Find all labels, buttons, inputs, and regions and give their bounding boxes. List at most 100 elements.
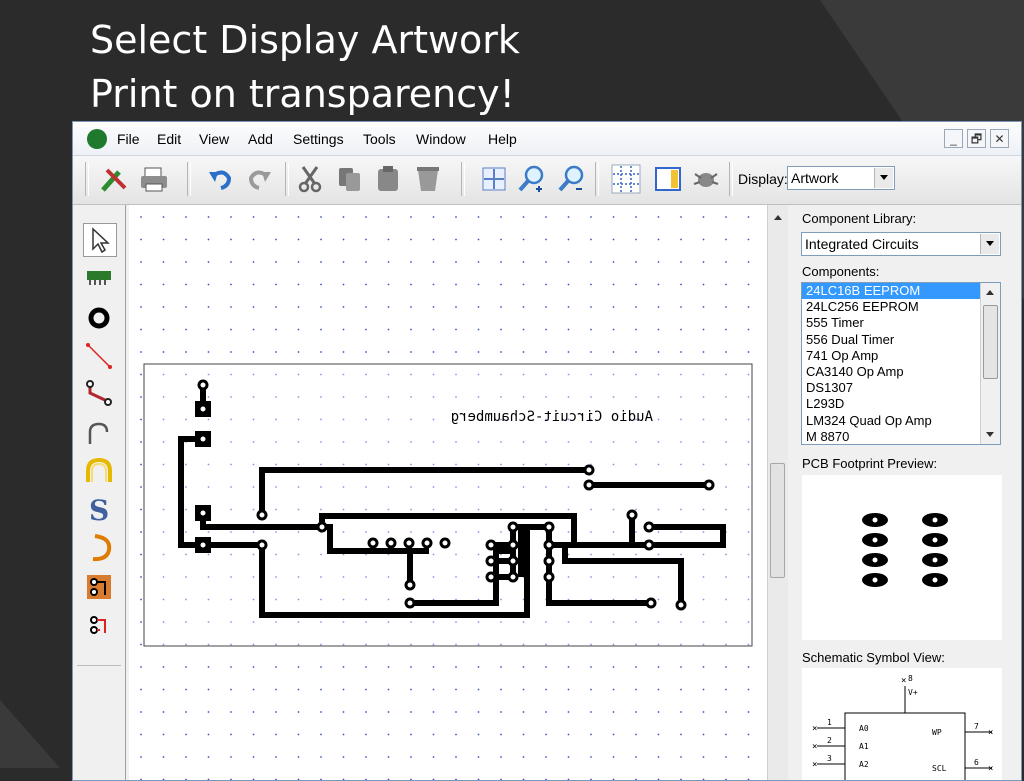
menu-window[interactable]: Window [416, 131, 466, 147]
semicircle-icon[interactable] [83, 532, 115, 564]
paste-icon[interactable] [373, 164, 403, 194]
menu-view[interactable]: View [199, 131, 229, 147]
pcb-pad [507, 539, 519, 551]
trace-icon[interactable] [83, 377, 115, 409]
wire-icon[interactable] [83, 340, 115, 372]
components-scroll-thumb[interactable] [983, 305, 998, 379]
component-item[interactable]: 24LC16B EEPROM [802, 283, 1000, 300]
new-wand-icon[interactable] [99, 164, 129, 194]
ic-chip-icon[interactable] [83, 260, 115, 292]
menu-edit[interactable]: Edit [157, 131, 181, 147]
arc-tool-icon[interactable] [83, 418, 115, 450]
footprint-hole [872, 577, 878, 583]
pcb-pad [543, 555, 555, 567]
library-label: Component Library: [802, 211, 917, 226]
component-item[interactable]: 741 Op Amp [802, 348, 1000, 364]
component-item[interactable]: LM324 Quad Op Amp [802, 413, 1000, 429]
component-footprint-icon[interactable] [83, 571, 115, 603]
slide-title-line2: Print on transparency! [90, 72, 515, 116]
component-item[interactable]: DS1307 [802, 380, 1000, 396]
menu-help[interactable]: Help [488, 131, 517, 147]
scroll-down-icon[interactable] [981, 428, 999, 442]
scroll-thumb[interactable] [770, 463, 785, 578]
chevron-down-icon[interactable] [874, 168, 893, 188]
footprint-outline-icon[interactable] [83, 609, 115, 641]
pcb-pad [643, 539, 655, 551]
scroll-up-icon[interactable] [768, 209, 788, 225]
toolbar-separator [729, 162, 733, 196]
minimize-button[interactable]: _ [944, 129, 963, 148]
menu-settings[interactable]: Settings [293, 131, 344, 147]
delete-icon[interactable] [413, 164, 443, 194]
debug-bug-icon[interactable] [691, 164, 721, 194]
pcb-pad [367, 537, 379, 549]
redo-icon[interactable] [245, 164, 275, 194]
zoom-in-icon[interactable] [517, 164, 547, 194]
canvas-vertical-scrollbar[interactable] [767, 205, 788, 780]
close-button[interactable]: ✕ [990, 129, 1009, 148]
footprint-hole [932, 517, 938, 523]
pcb-pad [404, 579, 416, 591]
scroll-up-icon[interactable] [981, 285, 999, 299]
pcb-pad [404, 597, 416, 609]
display-select-value: Artwork [791, 170, 839, 186]
grid-icon[interactable] [611, 164, 641, 194]
left-tool-palette: S [73, 205, 126, 780]
display-select[interactable]: Artwork [787, 166, 895, 190]
component-item[interactable]: CA3140 Op Amp [802, 364, 1000, 380]
copy-icon[interactable] [335, 164, 365, 194]
pin-name: SCL [932, 764, 947, 773]
pcb-pad [197, 379, 209, 391]
component-panel: Component Library: Integrated Circuits C… [791, 205, 1021, 780]
pcb-pad [316, 521, 328, 533]
pcb-canvas[interactable]: Audio Circuit-Schaumberg [129, 205, 767, 781]
pcb-pad [507, 521, 519, 533]
menu-tools[interactable]: Tools [363, 131, 396, 147]
toolbar-separator [187, 162, 191, 196]
pad-hole [200, 406, 206, 412]
panel-icon[interactable] [653, 164, 683, 194]
pin-number: 2 [827, 736, 832, 745]
pcb-pad [543, 539, 555, 551]
toolbar-separator [85, 162, 89, 196]
components-list[interactable]: 24LC16B EEPROM 24LC256 EEPROM 555 Timer 556… [801, 282, 1001, 445]
pcb-artwork[interactable]: Audio Circuit-Schaumberg [129, 205, 767, 781]
slide-title-line1: Select Display Artwork [90, 18, 520, 62]
cut-icon[interactable] [295, 164, 325, 194]
select-pointer-icon[interactable] [83, 223, 117, 257]
component-item[interactable]: 555 Timer [802, 315, 1000, 331]
schematic-preview: × 8 V+ × 1 A0 × 2 A1 × 3 A2 × 7 WP × 6 SCL [802, 668, 1002, 780]
pin-number-top: 8 [908, 674, 913, 683]
pcb-pad [421, 537, 433, 549]
s-curve-icon[interactable]: S [83, 493, 115, 525]
menu-add[interactable]: Add [248, 131, 273, 147]
pad-icon[interactable] [83, 302, 115, 334]
app-window: File Edit View Add Settings Tools Window… [72, 121, 1022, 781]
print-icon[interactable] [139, 164, 169, 194]
components-scrollbar[interactable] [980, 283, 1000, 444]
pcb-pad [543, 571, 555, 583]
pcb-pad [256, 509, 268, 521]
fit-view-icon[interactable] [479, 164, 509, 194]
pcb-pad [485, 571, 497, 583]
pcb-pad [583, 479, 595, 491]
pcb-pad [507, 555, 519, 567]
component-item[interactable]: L293D [802, 396, 1000, 412]
library-select[interactable]: Integrated Circuits [801, 232, 1001, 256]
x-pin-mark: × [988, 764, 993, 774]
x-pin-mark: × [812, 724, 817, 734]
undo-icon[interactable] [205, 164, 235, 194]
component-item[interactable]: 24LC256 EEPROM [802, 299, 1000, 315]
pad-hole [200, 436, 206, 442]
component-item[interactable]: M 8870 [802, 429, 1000, 444]
component-item[interactable]: 556 Dual Timer [802, 332, 1000, 348]
zoom-out-icon[interactable] [557, 164, 587, 194]
restore-button[interactable]: 🗗 [967, 129, 986, 148]
chevron-down-icon[interactable] [980, 234, 999, 254]
curve-tool-icon[interactable] [83, 455, 115, 487]
footprint-hole [872, 537, 878, 543]
menu-file[interactable]: File [117, 131, 140, 147]
pcb-pad [643, 521, 655, 533]
pad-hole [200, 542, 206, 548]
pcb-pad [645, 597, 657, 609]
